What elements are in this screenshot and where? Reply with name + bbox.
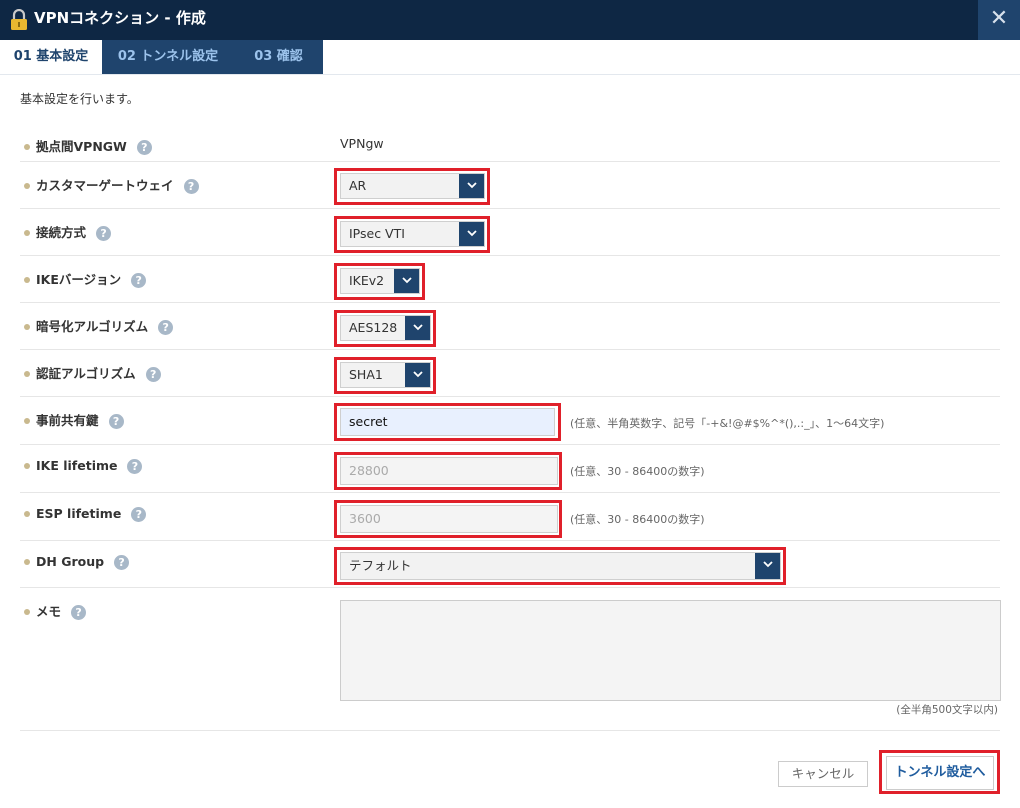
help-icon[interactable]: ? [71,605,87,620]
help-icon[interactable]: ? [108,414,124,429]
help-icon[interactable]: ? [158,320,174,335]
field-label: DH Group? [24,554,130,570]
row-gateway [20,126,1000,162]
tab-tunnel-settings[interactable]: 02 トンネル設定 [102,40,234,74]
bullet-icon [24,462,30,469]
bullet-icon [24,229,30,236]
field-label: 事前共有鍵? [24,410,124,429]
esp-lifetime-hint: (任意、30 - 86400の数字) [570,513,705,526]
row-ike-version [20,255,1000,303]
highlight-box [334,216,490,253]
bullet-icon [24,276,30,283]
help-icon[interactable]: ? [145,367,161,382]
field-label: IKE lifetime? [24,458,143,474]
psk-hint: (任意、半角英数字、記号「-+&!@#$%^*(),.:_」、1〜64文字) [570,417,885,430]
field-label: メモ? [24,601,87,620]
help-icon[interactable]: ? [183,179,199,194]
highlight-box [879,750,1000,794]
bullet-icon [24,558,30,565]
bullet-icon [24,370,30,377]
bullet-icon [24,182,30,189]
tab-basic-settings[interactable]: 01 基本設定 [0,40,102,74]
help-icon[interactable]: ? [131,273,147,288]
highlight-box [334,168,490,205]
field-label: 暗号化アルゴリズム? [24,316,174,335]
intro-text: 基本設定を行います。 [20,92,139,106]
bullet-icon [24,323,30,330]
ike-lifetime-hint: (任意、30 - 86400の数字) [570,465,705,478]
bullet-icon [24,143,30,150]
row-auth [20,349,1000,397]
field-label: カスタマーゲートウェイ? [24,175,199,194]
cancel-button[interactable]: キャンセル [778,761,868,787]
bullet-icon [24,608,30,615]
bullet-icon [24,417,30,424]
highlight-box [334,500,562,538]
highlight-box [334,403,561,441]
gateway-value: VPNgw [340,136,384,151]
memo-hint: (全半角500文字以内) [896,704,998,716]
field-label: 認証アルゴリズム? [24,363,161,382]
row-connection-type [20,208,1000,256]
lock-icon [11,9,27,30]
memo-textarea[interactable] [340,600,1001,701]
field-label: 接続方式? [24,222,112,241]
dialog-title: VPNコネクション - 作成 [34,9,206,27]
bullet-icon [24,510,30,517]
help-icon[interactable]: ? [96,226,112,241]
highlight-box [334,263,425,300]
highlight-box [334,547,786,585]
help-icon[interactable]: ? [114,555,130,570]
close-button[interactable]: ✕ [978,0,1020,40]
tab-confirm[interactable]: 03 確認 [234,40,323,74]
highlight-box [334,452,562,490]
help-icon[interactable]: ? [131,507,147,522]
field-label: IKEバージョン? [24,269,147,288]
help-icon[interactable]: ? [127,459,143,474]
highlight-box [334,357,436,394]
field-label: ESP lifetime? [24,506,147,522]
field-label: 拠点間VPNGW? [24,136,152,155]
highlight-box [334,310,436,347]
help-icon[interactable]: ? [136,140,152,155]
